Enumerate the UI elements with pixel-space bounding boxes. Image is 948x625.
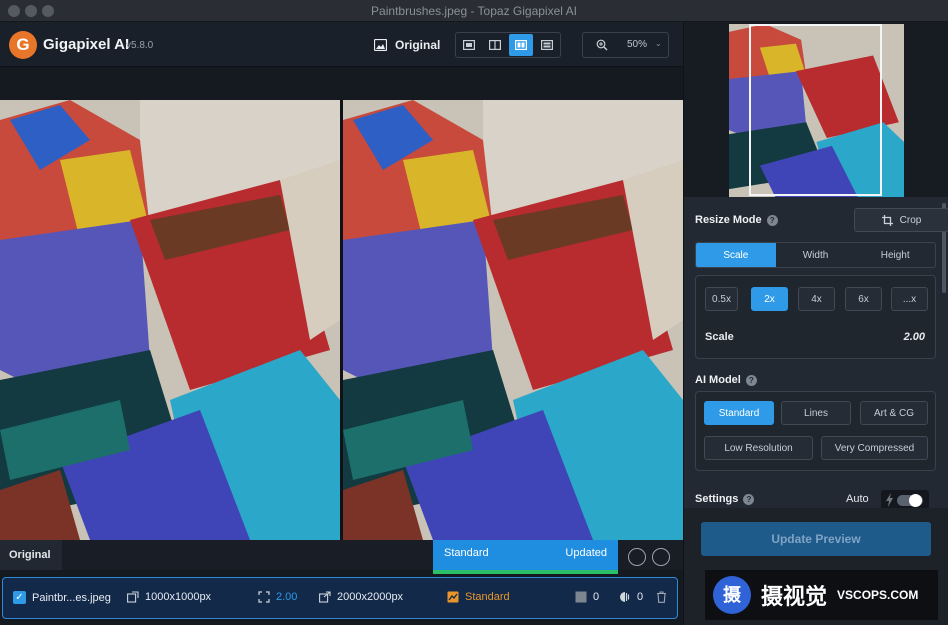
scale-option-custom[interactable]: ...x xyxy=(891,287,928,311)
blur-icon xyxy=(620,592,630,602)
show-original-label: Original xyxy=(395,38,441,52)
auto-label: Auto xyxy=(846,493,869,505)
window-titlebar: Paintbrushes.jpeg - Topaz Gigapixel AI xyxy=(0,0,948,22)
crop-label: Crop xyxy=(899,214,922,226)
image-icon xyxy=(374,39,387,51)
resize-mode-title: Resize Mode xyxy=(695,214,762,226)
view-mode-group xyxy=(455,32,561,58)
model-lines-button[interactable]: Lines xyxy=(781,401,851,425)
preview-model-label: Standard xyxy=(444,547,489,559)
zoom-value: 50% xyxy=(627,39,648,50)
model-icon xyxy=(447,591,459,603)
view-side-by-side-button[interactable] xyxy=(509,34,533,56)
auto-toggle[interactable] xyxy=(881,490,929,510)
ai-model-title: AI Model xyxy=(695,374,741,386)
file-name: Paintbr...es.jpeg xyxy=(32,591,111,604)
noise-icon xyxy=(575,591,587,603)
watermark-logo-icon: 摄 xyxy=(713,576,751,614)
update-preview-button[interactable]: Update Preview xyxy=(701,522,931,556)
preview-area[interactable] xyxy=(0,100,683,540)
ai-model-box: Standard Lines Art & CG Low Resolution V… xyxy=(695,391,936,471)
single-view-icon xyxy=(463,40,475,50)
update-area: Update Preview 摄 摄视觉 VSCOPS.COM xyxy=(684,508,948,625)
view-split-button[interactable] xyxy=(483,34,507,56)
resize-mode-heading: Resize Mode ? xyxy=(695,214,778,226)
navigator-viewport-frame[interactable] xyxy=(749,24,882,196)
resize-mode-selector: Scale Width Height xyxy=(695,242,936,268)
mode-scale-tab[interactable]: Scale xyxy=(696,243,776,267)
app-logo-icon: G xyxy=(9,31,37,59)
top-toolbar: G Gigapixel AI v5.8.0 Original 50% ⌄ xyxy=(0,22,683,67)
noise-value: 0 xyxy=(593,591,600,603)
scale-option-2x[interactable]: 2x xyxy=(751,287,788,311)
file-select-checkbox[interactable]: ✓ xyxy=(13,591,26,604)
toggle-knob xyxy=(909,494,922,507)
help-icon[interactable]: ? xyxy=(743,493,755,505)
neutral-face-icon[interactable] xyxy=(652,548,670,566)
mode-width-tab[interactable]: Width xyxy=(776,243,856,267)
scale-option-0-5x[interactable]: 0.5x xyxy=(705,287,738,311)
crop-button[interactable]: Crop xyxy=(854,208,948,232)
mode-height-tab[interactable]: Height xyxy=(855,243,935,267)
model-art-cg-button[interactable]: Art & CG xyxy=(860,401,928,425)
app-version: v5.8.0 xyxy=(126,40,154,51)
show-original-button[interactable]: Original xyxy=(374,36,440,54)
input-size: 1000x1000px xyxy=(145,591,212,603)
input-size-icon xyxy=(127,591,139,603)
lightning-icon xyxy=(886,493,893,507)
zoom-in-icon xyxy=(596,39,608,51)
workspace: G Gigapixel AI v5.8.0 Original 50% ⌄ Ori… xyxy=(0,22,683,625)
split-view-icon xyxy=(489,40,501,50)
watermark-url: VSCOPS.COM xyxy=(837,588,919,602)
help-icon[interactable]: ? xyxy=(745,374,757,386)
crop-icon xyxy=(881,214,893,226)
view-single-button[interactable] xyxy=(457,34,481,56)
upscaled-image xyxy=(343,100,683,540)
scale-value-field[interactable]: 2.00 xyxy=(904,331,925,343)
original-preview-pane[interactable] xyxy=(0,100,340,540)
app-name: Gigapixel AI xyxy=(43,36,130,53)
blur-value: 0 xyxy=(637,591,644,603)
model-low-resolution-button[interactable]: Low Resolution xyxy=(704,436,813,460)
model-standard-button[interactable]: Standard xyxy=(704,401,774,425)
watermark-text: 摄视觉 xyxy=(761,584,828,609)
preview-status-tag: Standard Updated xyxy=(433,540,618,574)
scale-factor: 2.00 xyxy=(276,591,298,603)
file-list-row[interactable]: ✓ Paintbr...es.jpeg 1000x1000px 2.00 200… xyxy=(2,577,678,619)
file-model: Standard xyxy=(465,591,510,603)
scale-label: Scale xyxy=(705,331,734,343)
zoom-dropdown[interactable]: 50% ⌄ xyxy=(582,32,669,58)
trash-icon[interactable] xyxy=(656,591,667,603)
ai-model-heading: AI Model ? xyxy=(695,374,757,386)
chevron-down-icon: ⌄ xyxy=(655,39,662,48)
compare-view-icon xyxy=(541,40,553,50)
site-watermark: 摄 摄视觉 VSCOPS.COM xyxy=(705,570,938,620)
settings-panel: Resize Mode ? Crop Scale Width Height 0.… xyxy=(683,22,948,625)
scale-options-box: 0.5x 2x 4x 6x ...x Scale 2.00 xyxy=(695,275,936,359)
model-very-compressed-button[interactable]: Very Compressed xyxy=(821,436,928,460)
upscaled-preview-pane[interactable] xyxy=(343,100,683,540)
settings-title: Settings xyxy=(695,493,739,505)
output-size: 2000x2000px xyxy=(337,591,404,603)
smile-face-icon[interactable] xyxy=(628,548,646,566)
original-image xyxy=(0,100,340,540)
scale-option-4x[interactable]: 4x xyxy=(798,287,835,311)
expand-icon xyxy=(258,591,270,603)
preview-state-label: Updated xyxy=(565,547,607,559)
navigator-thumbnail[interactable] xyxy=(684,22,948,197)
side-by-side-view-icon xyxy=(515,40,527,50)
original-pane-label: Original xyxy=(0,540,62,570)
output-size-icon xyxy=(319,591,331,603)
window-title: Paintbrushes.jpeg - Topaz Gigapixel AI xyxy=(371,4,577,18)
settings-heading: Settings ? xyxy=(695,493,755,505)
view-compare-button[interactable] xyxy=(535,34,559,56)
scale-option-6x[interactable]: 6x xyxy=(845,287,882,311)
preview-label-bar: Original Standard Updated xyxy=(0,540,683,574)
help-icon[interactable]: ? xyxy=(766,214,778,226)
